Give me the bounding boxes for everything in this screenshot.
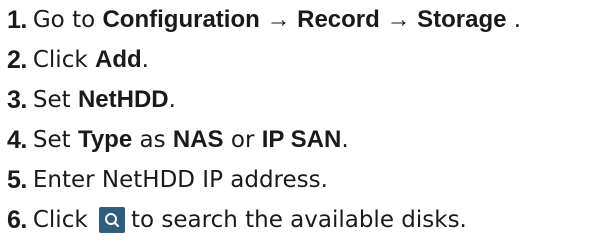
step-text: Go to xyxy=(32,7,103,33)
option-name: NAS xyxy=(172,126,224,153)
step-text: as xyxy=(132,127,173,153)
step-text: Set xyxy=(32,87,78,113)
option-name: NetHDD xyxy=(77,86,169,113)
step-text: Enter NetHDD IP address. xyxy=(32,167,328,193)
menu-path: Configuration → Record → Storage xyxy=(102,6,507,33)
step-4: 4. Set Type as NAS or IP SAN . xyxy=(7,120,597,160)
step-number: 4. xyxy=(7,126,27,154)
button-name: Add xyxy=(94,46,142,73)
step-text: or xyxy=(223,127,262,153)
search-icon xyxy=(98,207,125,233)
step-number: 6. xyxy=(7,206,27,234)
field-name: Type xyxy=(77,126,133,153)
step-number: 3. xyxy=(7,86,27,114)
step-6: 6. Click to search the available disks. xyxy=(7,200,597,240)
step-text: . xyxy=(341,127,349,153)
step-number: 1. xyxy=(7,6,27,34)
step-number: 5. xyxy=(7,166,27,194)
step-5: 5. Enter NetHDD IP address. xyxy=(7,160,597,200)
option-name: IP SAN xyxy=(261,126,342,153)
step-text: Click xyxy=(32,47,95,73)
step-3: 3. Set NetHDD . xyxy=(7,80,597,120)
step-text: to search the available disks. xyxy=(130,207,467,233)
step-text: Set xyxy=(32,127,78,153)
step-2: 2. Click Add . xyxy=(7,40,597,80)
step-number: 2. xyxy=(7,46,27,74)
step-text: . xyxy=(168,87,176,113)
step-text: . xyxy=(506,7,522,33)
step-text: . xyxy=(141,47,149,73)
step-1: 1. Go to Configuration → Record → Storag… xyxy=(7,0,597,40)
instruction-steps: 1. Go to Configuration → Record → Storag… xyxy=(7,0,597,240)
step-text: Click xyxy=(32,207,95,233)
